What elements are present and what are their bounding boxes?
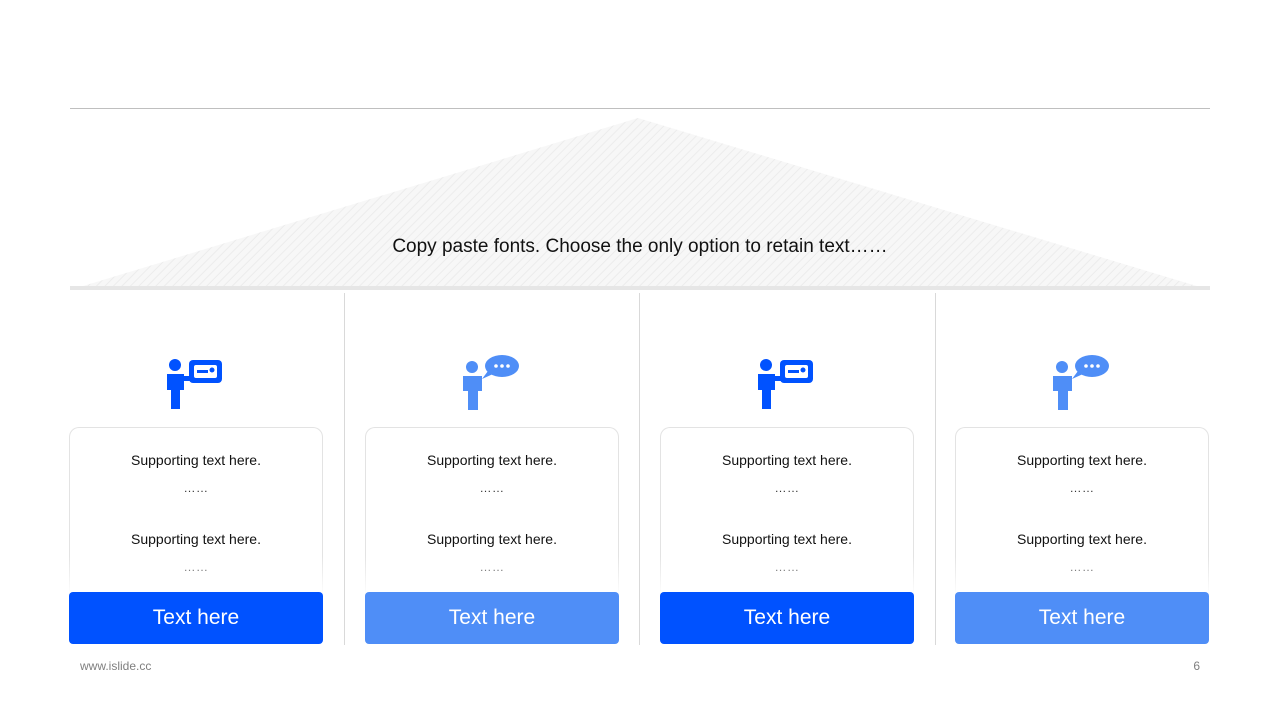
support-text: Supporting text here. bbox=[1017, 452, 1147, 468]
column-1: Supporting text here. …… Supporting text… bbox=[69, 293, 323, 645]
support-text: Supporting text here. bbox=[131, 452, 261, 468]
ellipsis-text: …… bbox=[479, 481, 505, 495]
speaker-chat-icon bbox=[1053, 355, 1109, 410]
ellipsis-text: …… bbox=[1069, 481, 1095, 495]
text-here-button[interactable]: Text here bbox=[955, 592, 1209, 644]
text-here-button[interactable]: Text here bbox=[365, 592, 619, 644]
support-text: Supporting text here. bbox=[131, 531, 261, 547]
ellipsis-text: …… bbox=[774, 481, 800, 495]
support-text: Supporting text here. bbox=[722, 452, 852, 468]
page-number: 6 bbox=[1193, 659, 1200, 673]
support-card: Supporting text here. …… Supporting text… bbox=[955, 427, 1209, 596]
text-here-button[interactable]: Text here bbox=[660, 592, 914, 644]
support-card: Supporting text here. …… Supporting text… bbox=[660, 427, 914, 596]
support-text: Supporting text here. bbox=[722, 531, 852, 547]
column-divider bbox=[639, 293, 640, 645]
column-4: Supporting text here. …… Supporting text… bbox=[955, 293, 1209, 645]
support-card: Supporting text here. …… Supporting text… bbox=[365, 427, 619, 596]
text-here-button[interactable]: Text here bbox=[69, 592, 323, 644]
ellipsis-text: …… bbox=[183, 481, 209, 495]
column-divider bbox=[344, 293, 345, 645]
presenter-board-icon bbox=[758, 359, 813, 409]
support-text: Supporting text here. bbox=[1017, 531, 1147, 547]
support-text: Supporting text here. bbox=[427, 452, 557, 468]
banner-text: Copy paste fonts. Choose the only option… bbox=[392, 236, 888, 257]
support-card: Supporting text here. …… Supporting text… bbox=[69, 427, 323, 596]
presenter-board-icon bbox=[167, 359, 222, 409]
column-3: Supporting text here. …… Supporting text… bbox=[660, 293, 914, 645]
footer-url[interactable]: www.islide.cc bbox=[80, 659, 151, 673]
support-text: Supporting text here. bbox=[427, 531, 557, 547]
speaker-chat-icon bbox=[463, 355, 519, 410]
column-divider bbox=[935, 293, 936, 645]
column-2: Supporting text here. …… Supporting text… bbox=[365, 293, 619, 645]
